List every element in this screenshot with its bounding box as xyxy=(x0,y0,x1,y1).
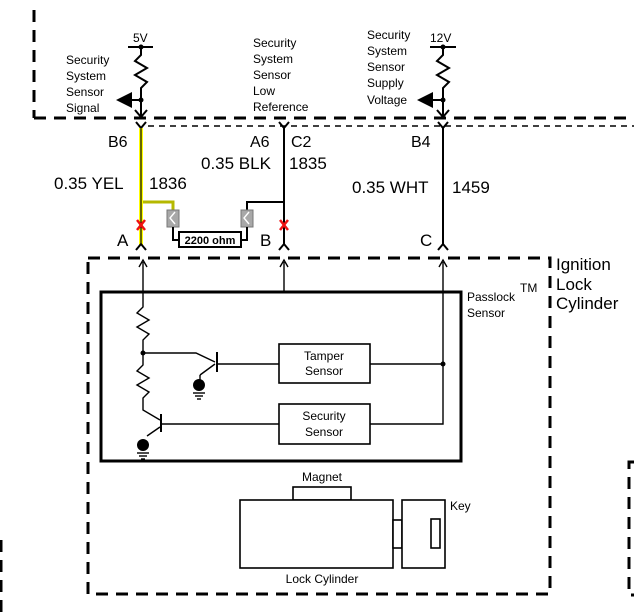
security-transistor xyxy=(137,414,279,460)
ground-tap-wire xyxy=(246,201,284,210)
wire-c-circuit: 1459 xyxy=(452,178,490,197)
svg-text:System: System xyxy=(367,44,407,58)
passlock-label-line2: Sensor xyxy=(467,306,505,320)
adjacent-enclosure-edge xyxy=(627,460,634,597)
pin-c-connector xyxy=(437,242,449,251)
wire-a-gauge-color: 0.35 YEL xyxy=(54,174,124,193)
passlock-wiring-diagram: 5V Security System Sensor Signal Securit… xyxy=(0,10,634,612)
pin-c-label: C xyxy=(420,231,432,250)
lock-cylinder-label: Lock Cylinder xyxy=(286,572,359,586)
wire-b-circuit: 1835 xyxy=(289,154,327,173)
pin-a6-label: A6 xyxy=(250,134,270,151)
trademark-label: TM xyxy=(520,281,537,295)
passlock-label-line1: Passlock xyxy=(467,290,516,304)
pin-c2-label: C2 xyxy=(291,134,312,151)
svg-text:Sensor: Sensor xyxy=(367,60,405,74)
svg-text:Sensor: Sensor xyxy=(253,68,291,82)
splice-connector-right xyxy=(240,209,254,228)
voltage-5v-label: 5V xyxy=(133,31,148,45)
module-enclosure xyxy=(32,10,634,120)
tap-wire xyxy=(143,200,175,210)
supply-circuit: 12V xyxy=(417,31,456,119)
pin-b6-connector xyxy=(135,121,147,130)
lock-cylinder xyxy=(239,499,394,569)
supply-label: Security System Sensor Supply Voltage xyxy=(367,28,410,107)
svg-text:System: System xyxy=(66,69,106,83)
resistor-lower xyxy=(135,353,161,421)
svg-text:Signal: Signal xyxy=(66,101,99,115)
wire-c-gauge-color: 0.35 WHT xyxy=(352,178,429,197)
security-sensor-line2: Sensor xyxy=(305,425,343,439)
tamper-sensor-line2: Sensor xyxy=(305,364,343,378)
pin-c-internal-wire xyxy=(370,262,444,425)
voltage-12v-label: 12V xyxy=(430,31,451,45)
wire-b-gauge-color: 0.35 BLK xyxy=(201,154,272,173)
ignition-title-line3: Cylinder xyxy=(556,294,619,313)
svg-text:System: System xyxy=(253,52,293,66)
magnet xyxy=(292,486,352,501)
pin-b4-connector xyxy=(437,121,449,130)
ignition-title-line2: Lock xyxy=(556,275,592,294)
splice-connector-left xyxy=(166,209,180,228)
pin-b6-label: B6 xyxy=(108,134,128,151)
tamper-sensor-line1: Tamper xyxy=(304,349,344,363)
svg-text:Security: Security xyxy=(66,53,109,67)
svg-text:Reference: Reference xyxy=(253,100,309,114)
svg-text:Low: Low xyxy=(253,84,275,98)
svg-text:Security: Security xyxy=(367,28,410,42)
pin-a-connector xyxy=(135,242,147,251)
low-reference-label: Security System Sensor Low Reference xyxy=(253,36,309,114)
magnet-label: Magnet xyxy=(302,470,343,484)
pin-a6-connector xyxy=(278,121,290,130)
svg-text:Supply: Supply xyxy=(367,76,404,90)
key-label: Key xyxy=(450,499,471,513)
pin-b4-label: B4 xyxy=(411,134,431,151)
pin-b-label: B xyxy=(260,231,271,250)
signal-circuit: 5V xyxy=(116,31,153,119)
resistor-value: 2200 ohm xyxy=(185,235,236,247)
pin-b-connector xyxy=(278,242,290,251)
security-sensor-line1: Security xyxy=(302,409,345,423)
key-slot xyxy=(430,518,441,549)
ignition-title-line1: Ignition xyxy=(556,255,611,274)
resistor-upper xyxy=(135,300,151,353)
signal-label: Security System Sensor Signal xyxy=(66,53,109,115)
tamper-transistor xyxy=(143,352,279,400)
pin-a-label: A xyxy=(117,231,129,250)
key-shaft xyxy=(392,519,403,549)
svg-text:Security: Security xyxy=(253,36,296,50)
svg-text:Sensor: Sensor xyxy=(66,85,104,99)
wire-a-circuit: 1836 xyxy=(149,174,187,193)
svg-text:Voltage: Voltage xyxy=(367,93,407,107)
